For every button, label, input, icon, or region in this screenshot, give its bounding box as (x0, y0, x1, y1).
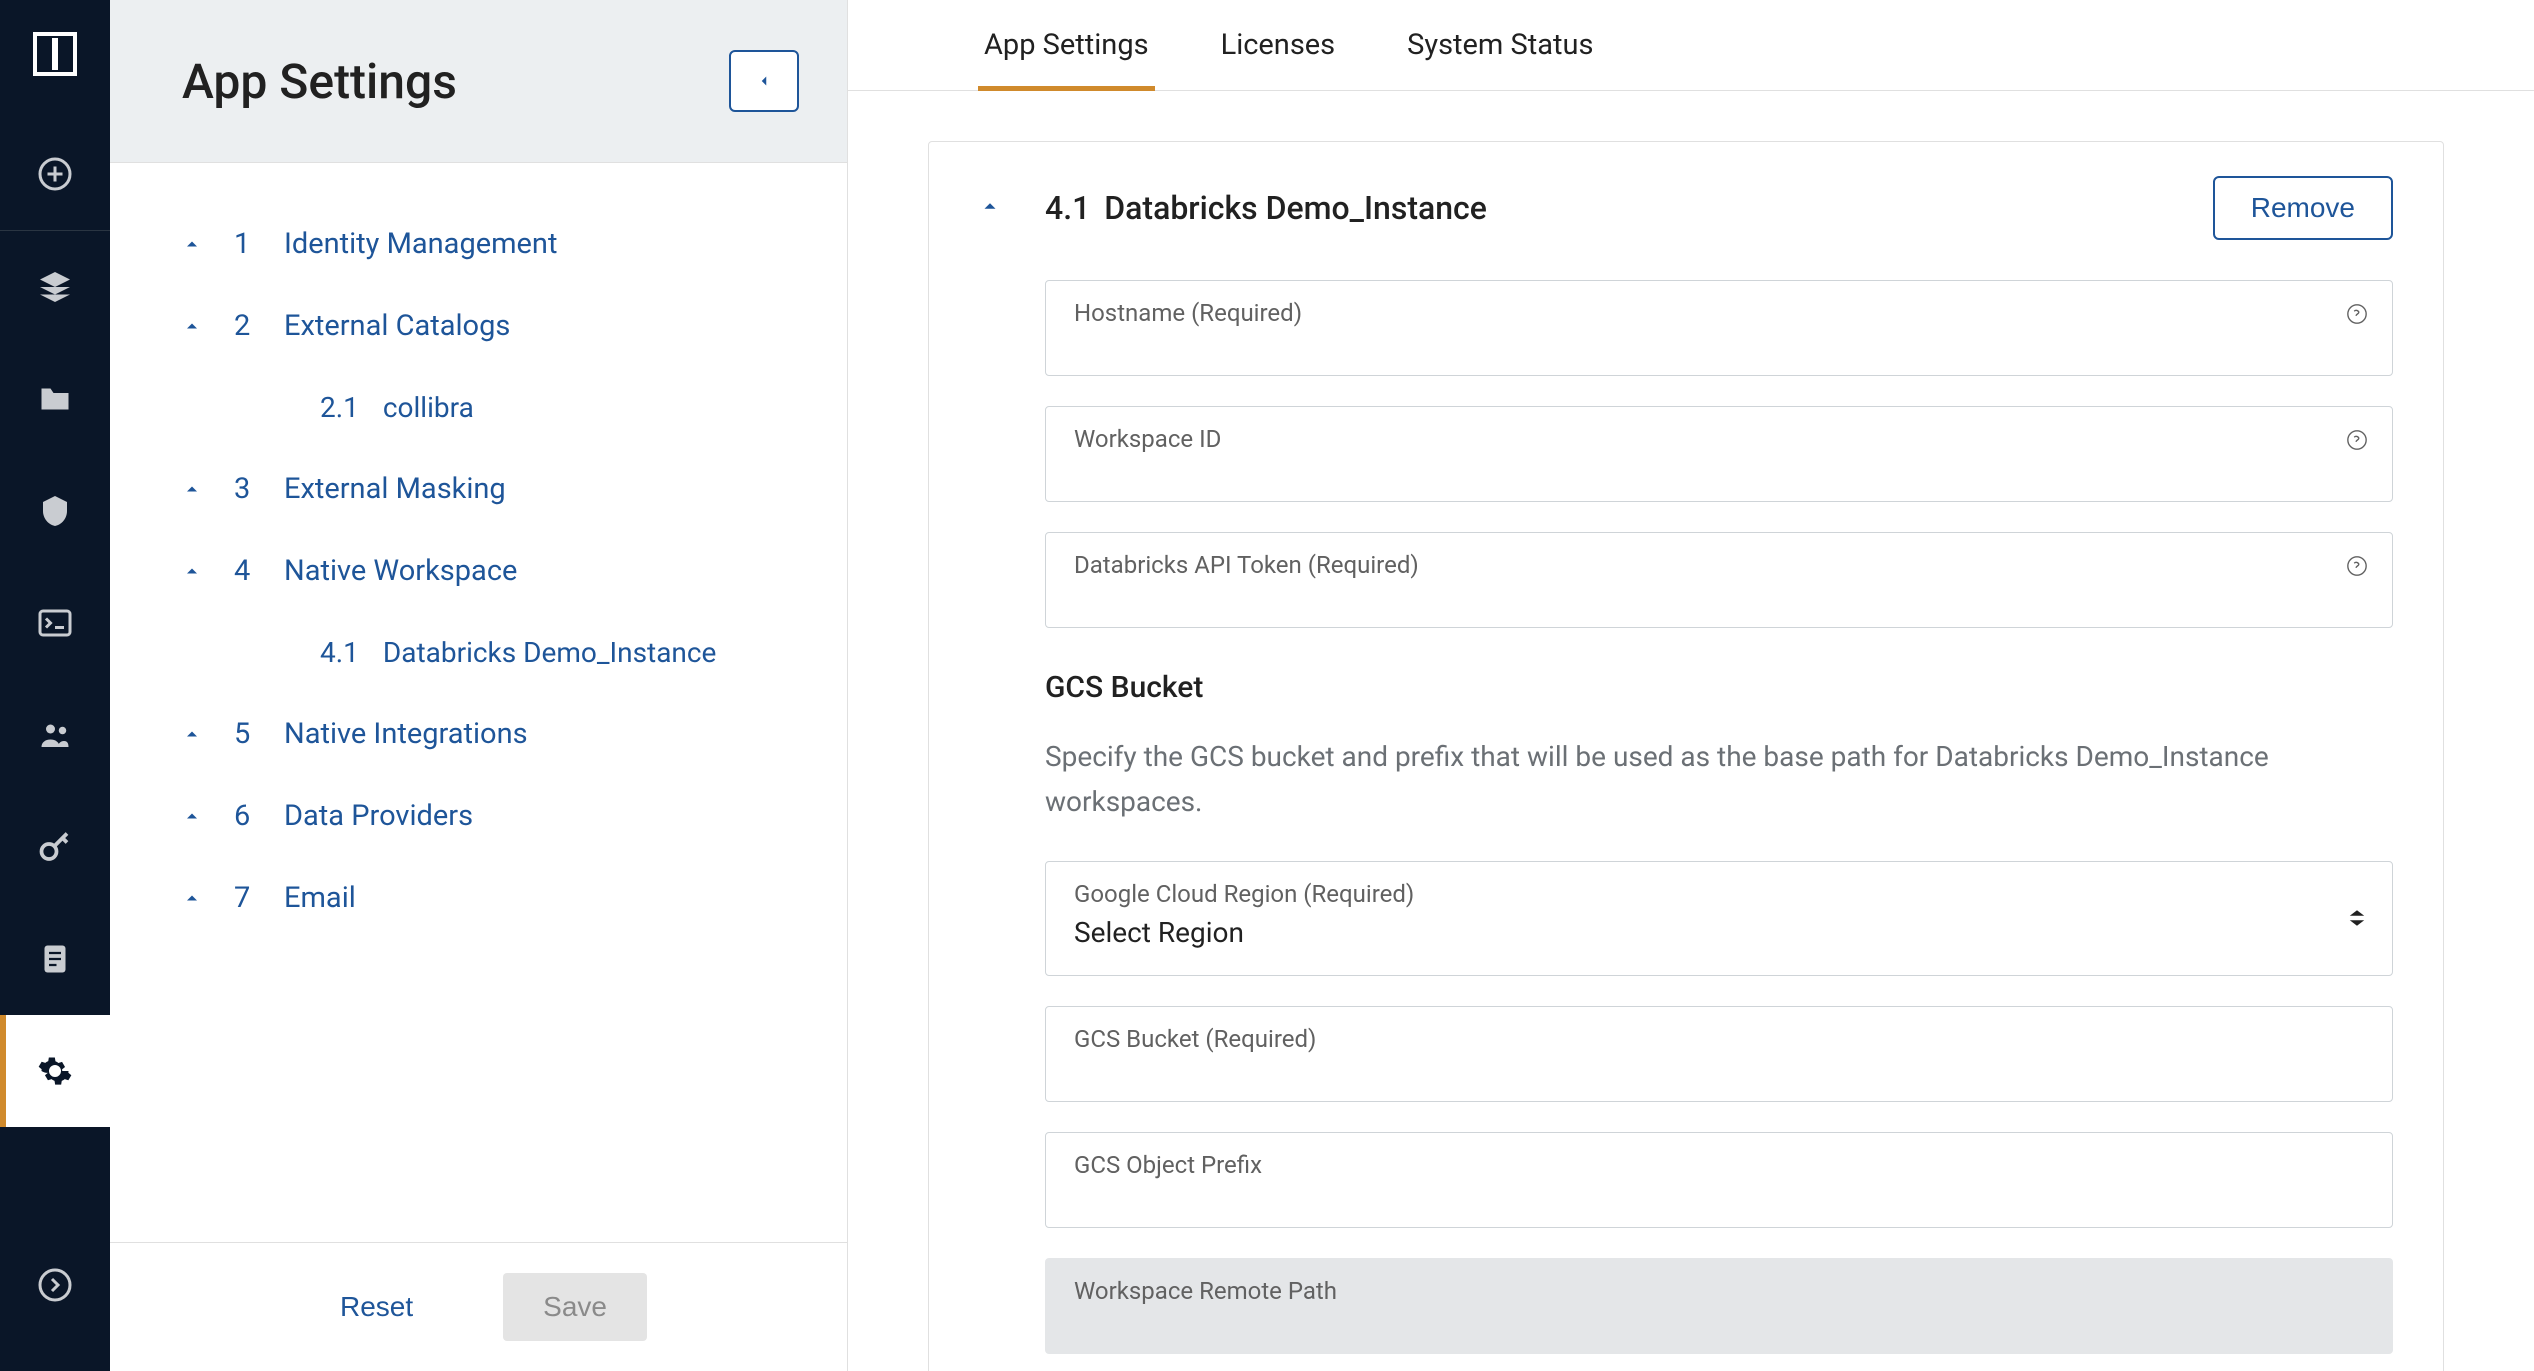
settings-icon[interactable] (0, 1015, 110, 1127)
tab-system-status[interactable]: System Status (1401, 0, 1599, 90)
nav-email[interactable]: 7 Email (110, 857, 847, 939)
tab-licenses[interactable]: Licenses (1215, 0, 1342, 90)
chevron-up-icon (180, 477, 204, 501)
select-caret-icon (2348, 908, 2366, 928)
nav-identity-management[interactable]: 1 Identity Management (110, 203, 847, 285)
help-icon[interactable] (2346, 555, 2370, 579)
remove-button[interactable]: Remove (2213, 176, 2393, 240)
main-area: App Settings Licenses System Status 4.1 … (848, 0, 2534, 1371)
gcs-bucket-field[interactable]: GCS Bucket (Required) (1045, 1006, 2393, 1102)
content-scroll[interactable]: 4.1 Databricks Demo_Instance Remove Host… (848, 91, 2534, 1371)
remote-path-field: Workspace Remote Path (1045, 1258, 2393, 1354)
nav-item-label: Identity Management (284, 227, 557, 261)
gcs-prefix-field[interactable]: GCS Object Prefix (1045, 1132, 2393, 1228)
chevron-up-icon (180, 559, 204, 583)
gcs-bucket-title: GCS Bucket (1045, 670, 2393, 705)
chevron-left-icon (755, 72, 773, 90)
nav-databricks-demo-instance[interactable]: 4.1 Databricks Demo_Instance (320, 612, 847, 693)
notes-icon[interactable] (0, 903, 110, 1015)
chevron-up-icon (180, 804, 204, 828)
tab-app-settings[interactable]: App Settings (978, 0, 1155, 90)
panel-title: App Settings (182, 53, 457, 110)
folder-icon[interactable] (0, 343, 110, 455)
nav-external-catalogs[interactable]: 2 External Catalogs (110, 285, 847, 367)
nav-item-label: External Masking (284, 472, 506, 506)
chevron-up-icon (180, 886, 204, 910)
side-panel-footer: Reset Save (110, 1242, 847, 1371)
nav-collibra[interactable]: 2.1 collibra (320, 367, 847, 448)
layers-icon[interactable] (0, 231, 110, 343)
collapse-section-icon[interactable] (979, 195, 1005, 221)
chevron-up-icon (180, 232, 204, 256)
gcs-bucket-desc: Specify the GCS bucket and prefix that w… (1045, 735, 2393, 825)
nav-external-masking[interactable]: 3 External Masking (110, 448, 847, 530)
databricks-section: 4.1 Databricks Demo_Instance Remove Host… (928, 141, 2444, 1371)
region-select[interactable]: Google Cloud Region (Required) Select Re… (1045, 861, 2393, 976)
app-logo (31, 30, 79, 78)
save-button: Save (503, 1273, 647, 1341)
side-panel-header: App Settings (110, 0, 847, 163)
nav-data-providers[interactable]: 6 Data Providers (110, 775, 847, 857)
nav-item-label: Native Workspace (284, 554, 517, 588)
nav-item-label: External Catalogs (284, 309, 510, 343)
help-icon[interactable] (2346, 303, 2370, 327)
key-icon[interactable] (0, 791, 110, 903)
shield-icon[interactable] (0, 455, 110, 567)
next-icon[interactable] (0, 1229, 110, 1341)
nav-native-integrations[interactable]: 5 Native Integrations (110, 693, 847, 775)
help-icon[interactable] (2346, 429, 2370, 453)
nav-item-label: Email (284, 881, 356, 915)
chevron-up-icon (180, 314, 204, 338)
chevron-up-icon (180, 722, 204, 746)
reset-button[interactable]: Reset (310, 1273, 443, 1341)
people-icon[interactable] (0, 679, 110, 791)
api-token-field[interactable]: Databricks API Token (Required) (1045, 532, 2393, 628)
top-tabs: App Settings Licenses System Status (848, 0, 2534, 91)
nav-item-label: Databricks Demo_Instance (383, 636, 717, 669)
nav-native-workspace[interactable]: 4 Native Workspace (110, 530, 847, 612)
add-icon[interactable] (0, 118, 110, 230)
nav-item-label: collibra (383, 391, 474, 424)
settings-nav[interactable]: 1 Identity Management 2 External Catalog… (110, 163, 847, 1242)
collapse-panel-button[interactable] (729, 50, 799, 112)
nav-item-label: Data Providers (284, 799, 473, 833)
workspace-id-field[interactable]: Workspace ID (1045, 406, 2393, 502)
side-panel: App Settings 1 Identity Management 2 Ext… (110, 0, 848, 1371)
terminal-icon[interactable] (0, 567, 110, 679)
section-title: 4.1 Databricks Demo_Instance (1045, 189, 1487, 227)
left-iconbar (0, 0, 110, 1371)
hostname-field[interactable]: Hostname (Required) (1045, 280, 2393, 376)
nav-item-label: Native Integrations (284, 717, 528, 751)
